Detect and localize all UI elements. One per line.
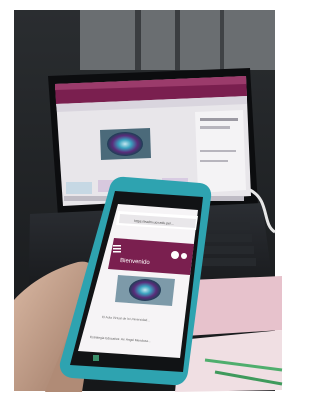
pink-box xyxy=(185,276,282,336)
avatar-icon[interactable] xyxy=(171,251,179,259)
photo: https://eadm.ucv.edu.pe/... Bienvenido E… xyxy=(0,0,283,397)
footer-icon xyxy=(93,355,99,361)
hamburger-icon[interactable] xyxy=(113,245,121,253)
